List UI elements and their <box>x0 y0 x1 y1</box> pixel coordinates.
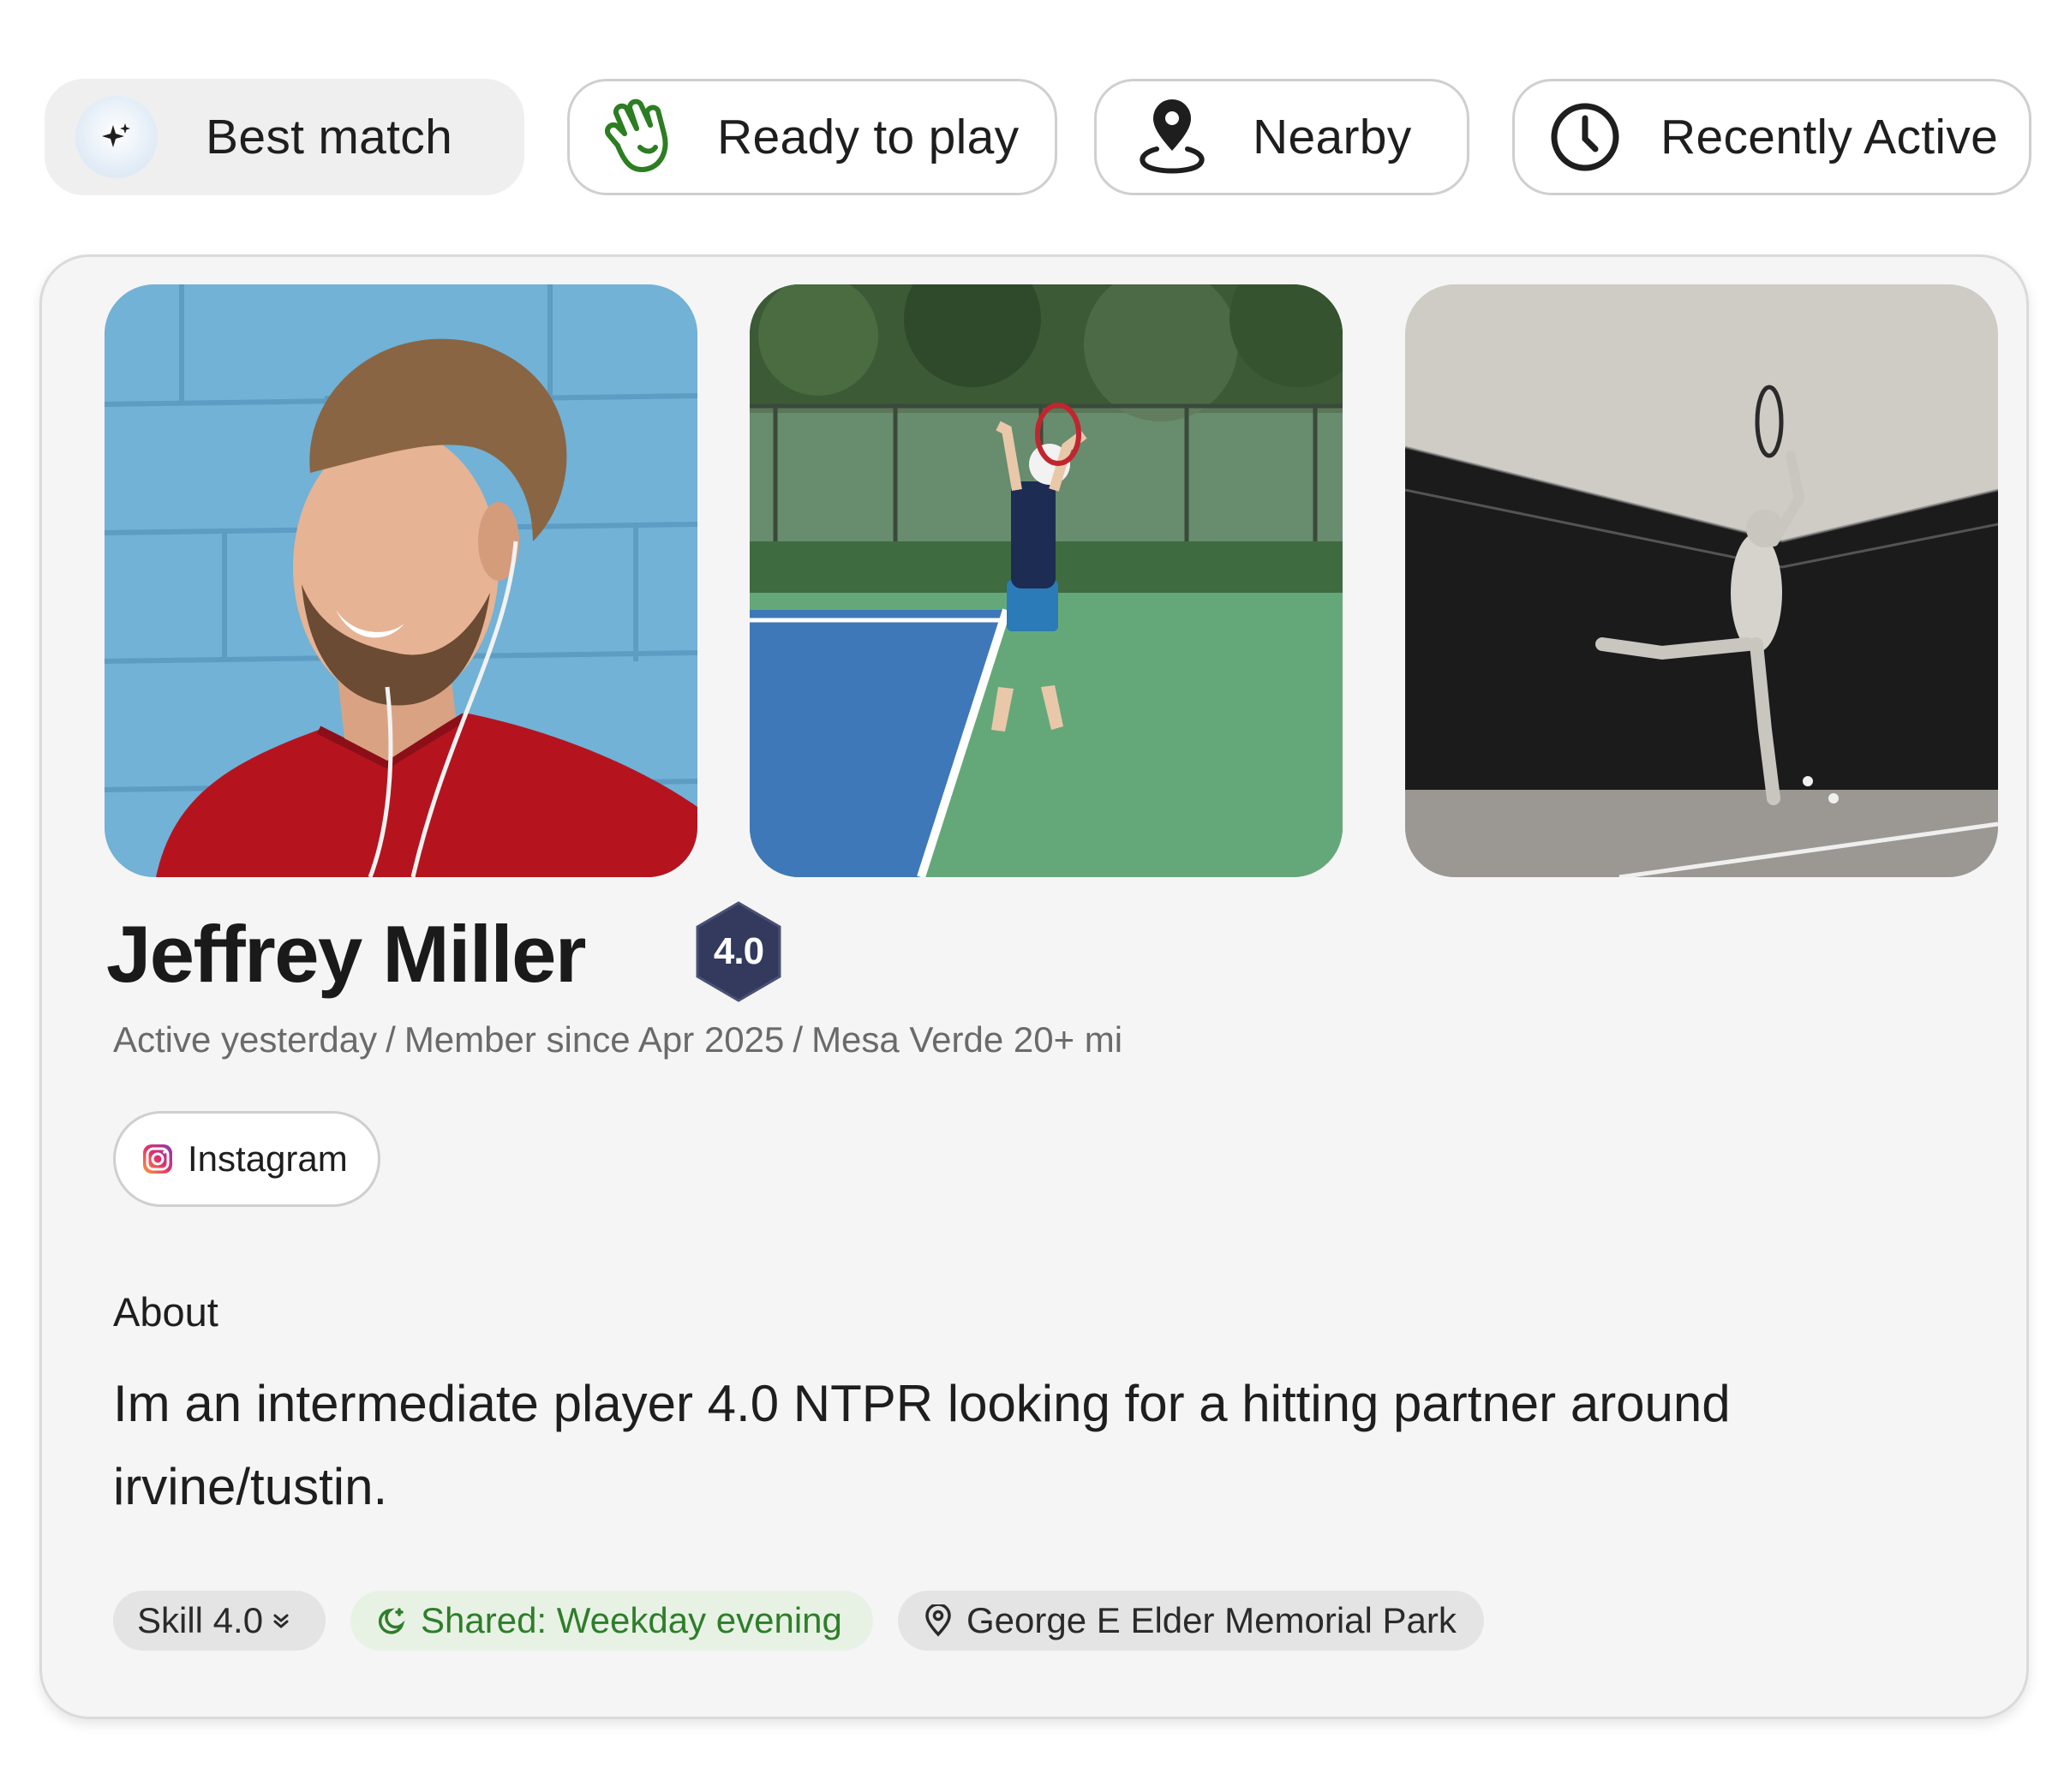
ready-to-play-label: Ready to play <box>717 110 1020 164</box>
moon-icon <box>376 1604 409 1637</box>
shared-label: Shared: Weekday evening <box>421 1600 842 1640</box>
tennis-bw-photo[interactable] <box>1405 284 1998 877</box>
waving-hand-icon <box>599 96 681 178</box>
park-label: George E Elder Memorial Park <box>966 1600 1457 1640</box>
nearby-label: Nearby <box>1253 110 1412 164</box>
recently-active-filter[interactable]: Recently Active <box>1512 79 2031 195</box>
location-pin-icon <box>924 1604 953 1637</box>
clock-icon <box>1549 101 1621 173</box>
chevron-down-icon <box>272 1611 290 1630</box>
shared-availability-tag: Shared: Weekday evening <box>350 1591 873 1651</box>
location-distance: Mesa Verde 20+ mi <box>811 1019 1123 1060</box>
recently-active-label: Recently Active <box>1660 110 1999 164</box>
skill-tag[interactable]: Skill 4.0 <box>113 1591 326 1651</box>
rating-value: 4.0 <box>713 930 764 972</box>
instagram-button[interactable]: Instagram <box>113 1111 380 1207</box>
best-match-filter[interactable]: Best match <box>45 79 524 195</box>
portrait-photo[interactable] <box>105 284 697 877</box>
meta-separator: / <box>386 1019 396 1060</box>
instagram-label: Instagram <box>188 1138 348 1179</box>
sparkle-icon <box>75 96 158 178</box>
member-since: Member since Apr 2025 <box>404 1019 785 1060</box>
active-status: Active yesterday <box>113 1019 378 1060</box>
best-match-label: Best match <box>206 110 453 164</box>
about-text: Im an intermediate player 4.0 NTPR looki… <box>113 1375 1731 1515</box>
profile-meta: Active yesterday / Member since Apr 2025/M… <box>113 1019 1122 1060</box>
tennis-serve-photo[interactable] <box>750 284 1343 877</box>
location-pin-icon <box>1133 96 1211 178</box>
about-heading: About <box>113 1289 218 1335</box>
skill-label: Skill 4.0 <box>137 1600 264 1640</box>
meta-separator: / <box>793 1019 804 1060</box>
player-name: Jeffrey Miller <box>106 909 586 999</box>
instagram-icon <box>141 1143 174 1175</box>
ready-to-play-filter[interactable]: Ready to play <box>567 79 1057 195</box>
nearby-filter[interactable]: Nearby <box>1094 79 1469 195</box>
park-tag[interactable]: George E Elder Memorial Park <box>898 1591 1484 1651</box>
rating-badge: 4.0 <box>692 899 785 1004</box>
